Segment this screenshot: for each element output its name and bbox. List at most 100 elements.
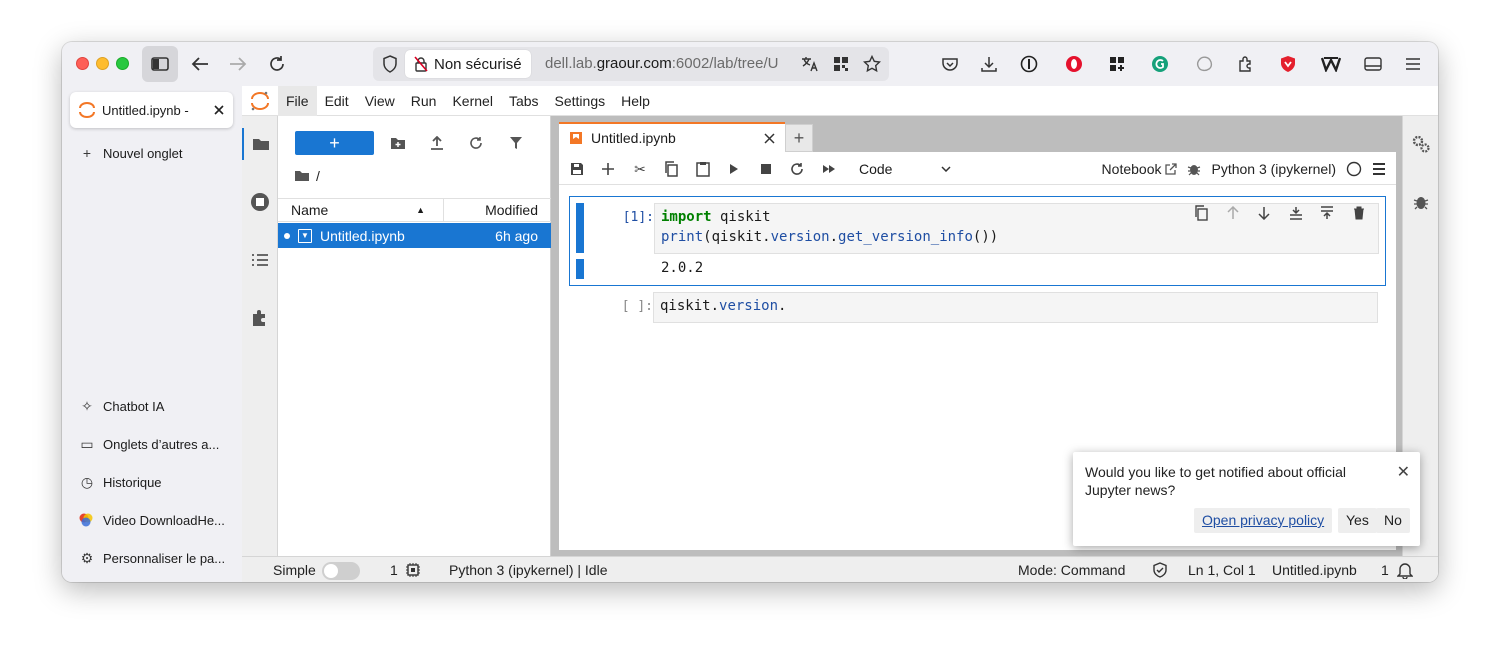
grammarly-icon[interactable] — [1146, 50, 1174, 78]
menu-tabs[interactable]: Tabs — [501, 86, 547, 116]
kernel-name[interactable]: Python 3 (ipykernel) — [1211, 161, 1336, 177]
close-window-button[interactable] — [76, 57, 89, 70]
plus-icon: + — [82, 145, 92, 161]
forward-button[interactable] — [224, 50, 252, 78]
sidebar-item-other-tabs[interactable]: ▭ Onglets d’autres a... — [78, 436, 219, 453]
security-indicator[interactable]: Non sécurisé — [405, 50, 531, 78]
password-icon[interactable] — [1015, 50, 1043, 78]
property-inspector-tab[interactable] — [1403, 128, 1438, 160]
toc-tab[interactable] — [242, 244, 278, 276]
code-cell[interactable]: [ ]: qiskit.version. — [569, 292, 1386, 326]
reload-button[interactable] — [263, 50, 291, 78]
file-row[interactable]: ▼ Untitled.ipynb 6h ago — [278, 223, 551, 248]
sidebar-item-history[interactable]: ◷ Historique — [78, 474, 162, 491]
sidebar-toggle-button[interactable] — [142, 46, 178, 82]
insert-cell-icon[interactable] — [596, 157, 620, 181]
kernel-status[interactable]: Python 3 (ipykernel) | Idle — [449, 557, 608, 582]
code-editor[interactable]: qiskit.version. — [653, 292, 1378, 323]
menu-run[interactable]: Run — [403, 86, 445, 116]
trust-indicator[interactable] — [1152, 557, 1168, 582]
property-menu-icon[interactable] — [1372, 163, 1386, 175]
insert-below-icon[interactable] — [1315, 201, 1339, 225]
menu-kernel[interactable]: Kernel — [444, 86, 500, 116]
open-in-notebook-button[interactable]: Notebook — [1102, 161, 1178, 177]
no-button[interactable]: No — [1376, 508, 1410, 533]
minimize-window-button[interactable] — [96, 57, 109, 70]
address-bar[interactable]: Non sécurisé dell.lab.graour.com:6002/la… — [373, 47, 889, 81]
qr-icon[interactable] — [827, 50, 855, 78]
sidebar-item-customize[interactable]: ⚙ Personnaliser le pa... — [78, 550, 225, 567]
restart-icon[interactable] — [785, 157, 809, 181]
shield-icon[interactable] — [376, 50, 404, 78]
menu-icon[interactable] — [1399, 50, 1427, 78]
upload-icon[interactable] — [425, 131, 449, 155]
breadcrumb-root[interactable]: / — [316, 168, 320, 184]
file-name: Untitled.ipynb — [320, 227, 405, 244]
simple-mode-toggle[interactable]: Simple — [273, 557, 360, 582]
url-text[interactable]: dell.lab.graour.com:6002/lab/tree/U — [545, 47, 795, 81]
move-down-icon[interactable] — [1252, 201, 1276, 225]
notebook-icon — [570, 132, 582, 144]
run-icon[interactable] — [722, 157, 746, 181]
privacy-policy-link[interactable]: Open privacy policy — [1194, 508, 1333, 533]
new-tab-button[interactable]: + — [785, 124, 813, 152]
sidebar-right-icon[interactable] — [1359, 50, 1387, 78]
menu-help[interactable]: Help — [613, 86, 658, 116]
delete-cell-icon[interactable] — [1347, 201, 1371, 225]
code-cell-active[interactable]: [1]: import qiskit print(qiskit.version.… — [569, 196, 1386, 286]
running-tab[interactable] — [242, 186, 278, 218]
cell-type-select[interactable]: Code — [859, 157, 951, 181]
stop-icon[interactable] — [754, 157, 778, 181]
insert-above-icon[interactable] — [1284, 201, 1308, 225]
breadcrumb[interactable]: / — [294, 168, 320, 184]
fast-forward-icon[interactable] — [817, 157, 841, 181]
vpn-icon[interactable] — [1274, 50, 1302, 78]
duplicate-cell-icon[interactable] — [1189, 201, 1213, 225]
name-column-header[interactable]: Name ▲ — [278, 198, 444, 222]
yes-button[interactable]: Yes — [1338, 508, 1377, 533]
toggle-switch[interactable] — [321, 562, 360, 581]
star-icon[interactable] — [858, 50, 886, 78]
opera-icon[interactable] — [1060, 50, 1088, 78]
grid-icon[interactable] — [1103, 50, 1131, 78]
translate-icon[interactable] — [796, 50, 824, 78]
modified-column-header[interactable]: Modified — [444, 202, 551, 218]
filter-icon[interactable] — [504, 131, 528, 155]
sidebar-item-label: Historique — [103, 475, 162, 490]
extensions-tab[interactable] — [242, 302, 278, 334]
bug-icon[interactable] — [1187, 162, 1201, 176]
pocket-icon[interactable] — [936, 50, 964, 78]
new-folder-icon[interactable] — [386, 131, 410, 155]
extension-icon[interactable] — [1191, 50, 1219, 78]
cursor-position[interactable]: Ln 1, Col 1 — [1188, 557, 1256, 582]
menu-view[interactable]: View — [357, 86, 403, 116]
tab-untitled-notebook[interactable]: Untitled.ipynb — [559, 122, 785, 152]
puzzle-icon[interactable] — [1232, 50, 1260, 78]
paste-icon[interactable] — [691, 157, 715, 181]
w-icon[interactable] — [1317, 50, 1345, 78]
menu-file[interactable]: File — [278, 85, 317, 116]
copy-icon[interactable] — [659, 157, 683, 181]
notification-center[interactable]: 1 — [1381, 557, 1413, 582]
file-browser-tab[interactable] — [242, 128, 278, 160]
close-icon[interactable]: ✕ — [1397, 462, 1410, 482]
browser-tab[interactable]: Untitled.ipynb - — [70, 92, 233, 128]
menu-settings[interactable]: Settings — [547, 86, 614, 116]
sidebar-item-chatbot[interactable]: ✧ Chatbot IA — [78, 398, 164, 415]
output-collapser[interactable] — [576, 259, 584, 279]
terminals-count[interactable]: 1 — [390, 557, 420, 582]
new-tab-button[interactable]: + Nouvel onglet — [78, 145, 183, 161]
sidebar-item-video-downloader[interactable]: Video DownloadHe... — [78, 512, 225, 528]
save-icon[interactable] — [565, 157, 589, 181]
debugger-tab[interactable] — [1403, 186, 1438, 218]
maximize-window-button[interactable] — [116, 57, 129, 70]
back-button[interactable] — [186, 50, 214, 78]
close-tab-icon[interactable] — [213, 104, 225, 116]
new-launcher-button[interactable]: + — [295, 131, 374, 155]
download-icon[interactable] — [975, 50, 1003, 78]
refresh-icon[interactable] — [464, 131, 488, 155]
close-icon[interactable] — [764, 132, 775, 144]
cut-icon[interactable]: ✂ — [628, 157, 652, 181]
menu-edit[interactable]: Edit — [317, 86, 357, 116]
move-up-icon[interactable] — [1221, 201, 1245, 225]
